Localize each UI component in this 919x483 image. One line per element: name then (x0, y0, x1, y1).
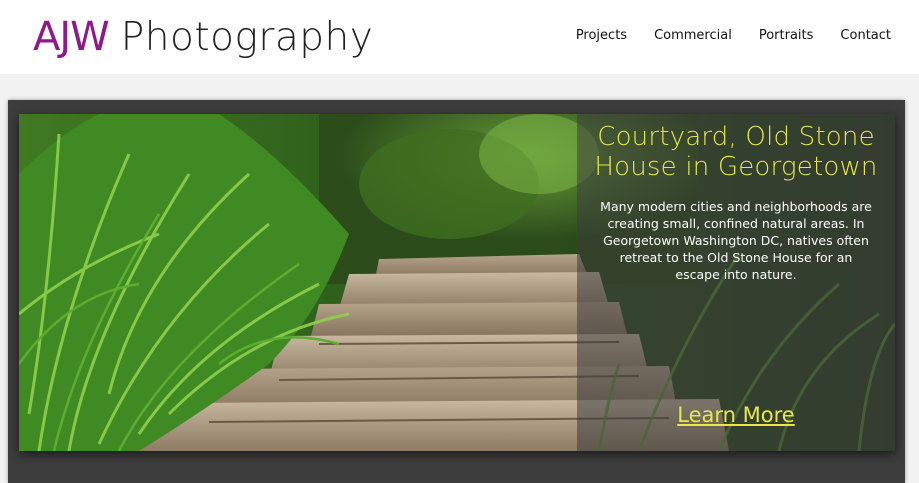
learn-more-link[interactable]: Learn More (577, 403, 895, 427)
hero-title: Courtyard, Old Stone House in Georgetown (594, 122, 878, 182)
nav-item-portraits[interactable]: Portraits (732, 26, 814, 46)
logo-wordmark: Photography (120, 15, 374, 60)
site-header: AJW Photography Projects Commercial Port… (0, 0, 919, 74)
nav-item-contact[interactable]: Contact (813, 26, 891, 46)
nav-item-projects[interactable]: Projects (576, 26, 627, 46)
hero-slide: Courtyard, Old Stone House in Georgetown… (19, 114, 895, 451)
hero-stage: Courtyard, Old Stone House in Georgetown… (8, 100, 905, 483)
caption-panel: Courtyard, Old Stone House in Georgetown… (577, 114, 895, 451)
nav-item-commercial[interactable]: Commercial (627, 26, 732, 46)
main-nav: Projects Commercial Portraits Contact (576, 26, 891, 46)
logo-mark: AJW (33, 14, 110, 60)
hero-description: Many modern cities and neighborhoods are… (600, 199, 872, 282)
site-logo[interactable]: AJW Photography (33, 12, 373, 62)
